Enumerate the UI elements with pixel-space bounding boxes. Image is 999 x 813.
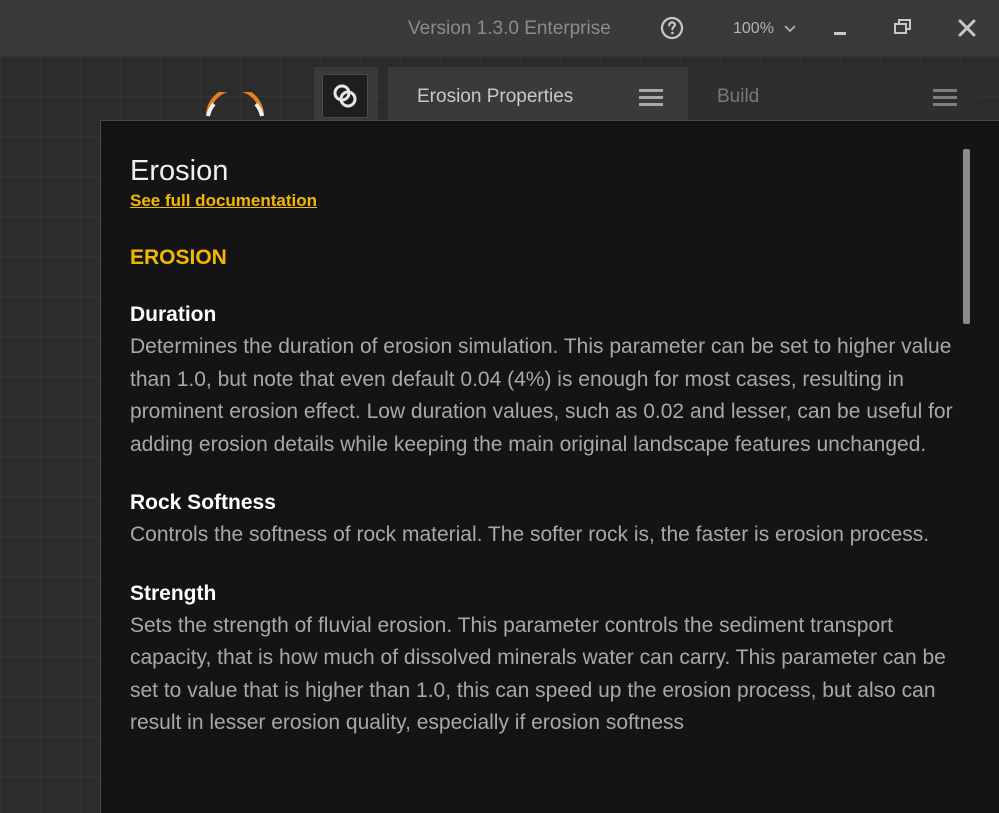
zoom-value: 100% (733, 20, 774, 37)
tab-build[interactable]: Build (688, 67, 978, 123)
zoom-dropdown[interactable]: 100% (733, 16, 796, 42)
minimize-icon[interactable] (826, 14, 854, 42)
param-name: Duration (130, 303, 217, 326)
documentation-content: Erosion See full documentation EROSION D… (130, 151, 970, 740)
restore-icon[interactable] (889, 14, 917, 42)
param-rock-softness: Rock Softness Controls the softness of r… (130, 487, 970, 552)
full-documentation-link[interactable]: See full documentation (130, 189, 317, 213)
param-description: Sets the strength of fluvial erosion. Th… (130, 613, 946, 735)
panel-icon-button[interactable] (314, 67, 378, 121)
param-name: Rock Softness (130, 491, 276, 514)
param-name: Strength (130, 581, 217, 605)
hamburger-menu-icon[interactable] (933, 89, 957, 110)
version-label: Version 1.3.0 Enterprise (408, 18, 611, 39)
doc-title: Erosion (130, 155, 229, 187)
link-node-icon (322, 74, 368, 118)
section-heading: EROSION (130, 246, 227, 269)
tab-label: Erosion Properties (417, 86, 574, 107)
param-description: Determines the duration of erosion simul… (130, 335, 953, 456)
scrollbar-thumb[interactable] (963, 149, 970, 324)
chevron-down-icon (784, 25, 796, 33)
hamburger-menu-icon[interactable] (639, 89, 663, 110)
title-bar: Version 1.3.0 Enterprise 100% (0, 0, 999, 56)
param-duration: Duration Determines the duration of eros… (130, 299, 970, 461)
param-strength: Strength Sets the strength of fluvial er… (130, 578, 970, 740)
close-icon[interactable] (953, 14, 981, 42)
help-circle-icon[interactable] (660, 16, 684, 40)
documentation-popup: Erosion See full documentation EROSION D… (100, 120, 999, 813)
tab-label: Build (717, 86, 760, 107)
param-description: Controls the softness of rock material. … (130, 523, 930, 546)
tab-erosion-properties[interactable]: Erosion Properties (388, 67, 688, 123)
